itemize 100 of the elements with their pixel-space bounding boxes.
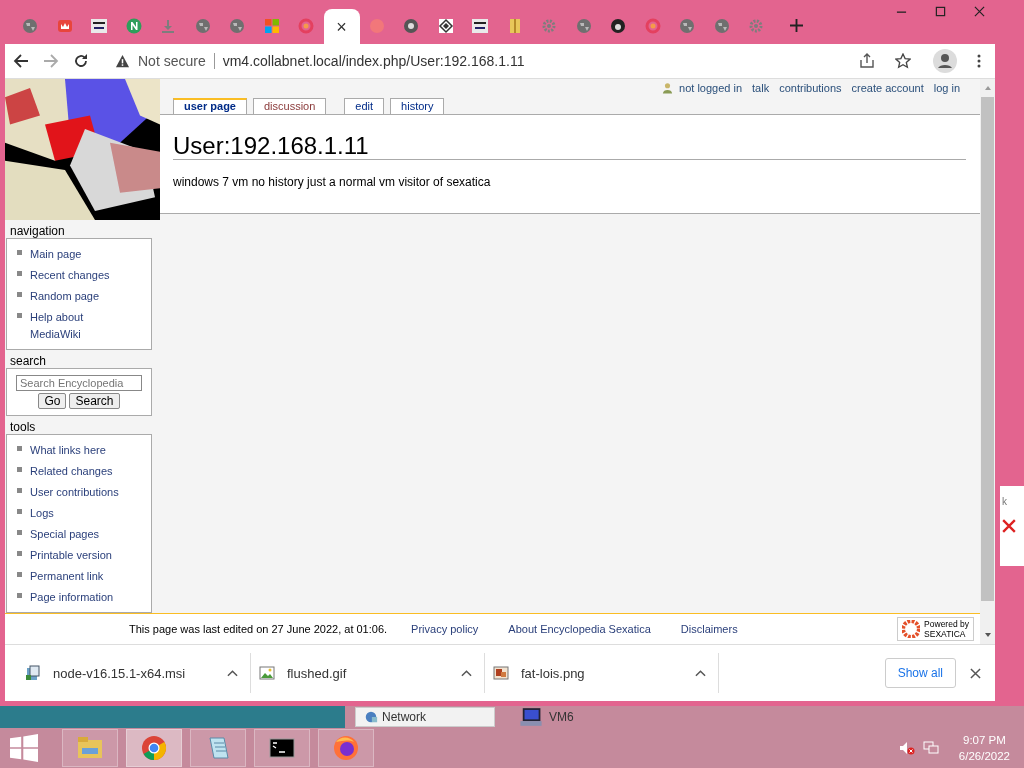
database-icon [472, 18, 489, 34]
close-tab-button[interactable]: × [336, 16, 347, 38]
taskbar-app-button[interactable] [254, 729, 310, 767]
computer-icon[interactable] [519, 707, 543, 727]
computer-label[interactable]: VM6 [549, 710, 574, 724]
nav-link[interactable]: Main page [30, 246, 82, 263]
nav-link[interactable]: Help about MediaWiki [30, 309, 130, 343]
page-tab[interactable]: edit [344, 98, 385, 114]
tool-link[interactable]: Page information [30, 589, 114, 606]
footer-link[interactable]: Privacy policy [411, 623, 479, 635]
portlet-title: tools [9, 420, 37, 434]
bullet-icon [17, 530, 22, 535]
page-tab[interactable]: user page [173, 98, 247, 114]
globe-icon [229, 18, 246, 34]
nav-link[interactable]: Recent changes [30, 267, 110, 284]
new-tab-icon[interactable] [789, 18, 803, 32]
globe-icon [194, 18, 211, 34]
network-icon [364, 710, 378, 724]
favicon-icon [298, 18, 315, 34]
tool-link[interactable]: Logs [30, 505, 54, 522]
personal-link[interactable]: log in [933, 82, 960, 94]
fox-icon [332, 734, 360, 762]
scroll-down-icon[interactable] [983, 631, 992, 639]
close-icon[interactable] [970, 667, 981, 679]
powered-by-badge[interactable]: Powered by SEXATICA [897, 617, 974, 641]
reload-icon[interactable] [73, 53, 89, 69]
tool-link[interactable]: User contributions [30, 484, 119, 501]
caret-icon[interactable] [695, 669, 706, 677]
footer-link[interactable]: About Encyclopedia Sexatica [508, 623, 651, 635]
download-name[interactable]: fat-lois.png [521, 665, 695, 681]
forward-icon[interactable] [43, 53, 59, 69]
personal-link[interactable]: not logged in [679, 82, 743, 94]
installer-icon [25, 665, 41, 681]
favicon-icon [437, 18, 454, 34]
maximize-icon[interactable] [935, 5, 946, 17]
bullet-icon [17, 446, 22, 451]
scrollbar[interactable] [980, 79, 995, 644]
favicon-icon [125, 18, 142, 34]
download-icon [160, 18, 177, 34]
tool-link[interactable]: Special pages [30, 526, 100, 543]
share-icon[interactable] [859, 53, 875, 69]
footer-link[interactable]: Disclaimers [680, 623, 738, 635]
last-edited-text: This page was last edited on 27 June 2022, at 01:06. [129, 623, 388, 635]
badge-text: Powered by [924, 619, 969, 629]
windows-icon[interactable] [10, 734, 38, 762]
favicon-icon [644, 18, 661, 34]
favicon-icon [56, 18, 73, 34]
windows-icon [263, 18, 280, 34]
download-name[interactable]: flushed.gif [287, 665, 461, 681]
search-field[interactable]: Search Encyclopedia [16, 375, 142, 391]
portlet-title: navigation [9, 224, 66, 238]
time-text: 9:07 PM [963, 733, 1006, 748]
favicon-icon [610, 18, 627, 34]
close-icon[interactable] [974, 5, 985, 17]
page-title: User:192.168.1.11 [173, 133, 966, 160]
personal-link[interactable]: contributions [779, 82, 842, 94]
bullet-icon [17, 292, 22, 297]
bullet-icon [17, 488, 22, 493]
date-text: 6/26/2022 [958, 749, 1010, 764]
globe-icon [22, 18, 39, 34]
personal-link[interactable]: talk [752, 82, 770, 94]
back-icon[interactable] [13, 53, 29, 69]
browser-tab[interactable]: × [323, 9, 360, 45]
database-icon [91, 18, 108, 34]
bullet-icon [17, 313, 22, 318]
scroll-up-icon[interactable] [983, 84, 992, 92]
article-text: windows 7 vm no history just a normal vm visitor of sexatica [173, 175, 492, 189]
portlet-title: search [9, 354, 48, 368]
star-icon[interactable] [895, 53, 911, 69]
user-icon [662, 82, 674, 94]
gear-icon [541, 18, 558, 34]
nav-link[interactable]: Random page [30, 288, 100, 305]
tool-link[interactable]: Printable version [30, 547, 112, 564]
personal-link[interactable]: create account [851, 82, 924, 94]
tool-link[interactable]: Related changes [30, 463, 113, 480]
profile-icon[interactable] [933, 49, 957, 73]
close-icon [1002, 519, 1016, 533]
bullet-icon [17, 250, 22, 255]
muted-speaker-icon[interactable] [898, 740, 915, 756]
download-name[interactable]: node-v16.15.1-x64.msi [53, 665, 227, 681]
network-item[interactable]: Network [355, 707, 495, 727]
caret-icon[interactable] [227, 669, 238, 677]
page-tab[interactable]: discussion [252, 98, 327, 114]
warning-icon [115, 53, 130, 69]
network-icon[interactable] [922, 740, 939, 756]
badge-text: SEXATICA [924, 629, 967, 639]
search-button[interactable]: Go [38, 393, 67, 409]
caret-icon[interactable] [461, 669, 472, 677]
chrome-icon [403, 18, 420, 34]
chrome-icon [140, 734, 168, 762]
flower-icon [902, 620, 921, 638]
tool-link[interactable]: Permanent link [30, 568, 104, 585]
bullet-icon [17, 593, 22, 598]
url-text: vm4.collabnet.local/index.php/User:192.168.1.11 [222, 53, 525, 69]
bullet-icon [17, 551, 22, 556]
show-all-button[interactable]: Show all [884, 658, 956, 688]
page-tab[interactable]: history [390, 98, 445, 114]
image-file-icon [259, 665, 275, 681]
search-button[interactable]: Search [69, 393, 120, 409]
tool-link[interactable]: What links here [30, 442, 106, 459]
